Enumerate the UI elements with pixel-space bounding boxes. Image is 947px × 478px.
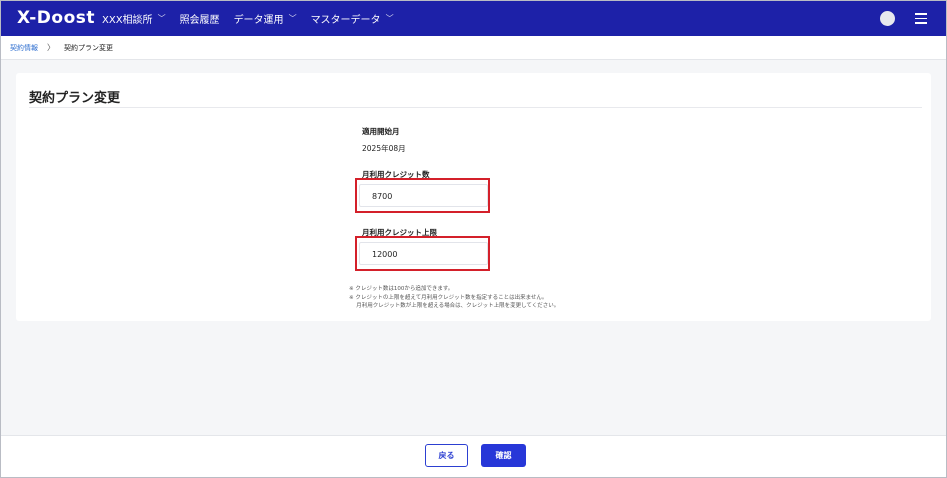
nav-label: 照会履歴	[179, 15, 220, 26]
menu-line	[915, 17, 927, 19]
plan-change-card: 契約プラン変更 適用開始月 2025年08月 月利用クレジット数 8700 月利…	[16, 73, 931, 321]
start-month-label: 適用開始月	[362, 127, 400, 136]
chevron-right-icon: 〉	[47, 43, 55, 52]
menu-line	[915, 22, 927, 24]
nav-item-inquiry-history[interactable]: 照会履歴	[180, 11, 220, 26]
confirm-button[interactable]: 確認	[481, 444, 526, 467]
chevron-down-icon: ﹀	[385, 14, 394, 23]
note-line: ※ クレジットの上限を超えて月利用クレジット数を指定することは出来ません。	[349, 295, 548, 301]
hamburger-menu-icon[interactable]	[915, 13, 927, 24]
back-button[interactable]: 戻る	[425, 444, 468, 467]
top-nav-bar: X-Doost XXX相談所 ﹀ 照会履歴 データ運用 ﹀ マスターデータ ﹀	[1, 1, 946, 36]
menu-line	[915, 13, 927, 15]
app-window: X-Doost XXX相談所 ﹀ 照会履歴 データ運用 ﹀ マスターデータ ﹀	[0, 0, 947, 478]
nav-item-consultation[interactable]: XXX相談所 ﹀	[102, 11, 166, 26]
nav-item-master-data[interactable]: マスターデータ ﹀	[311, 11, 394, 26]
chevron-down-icon: ﹀	[288, 14, 297, 23]
nav-label: データ運用	[233, 15, 284, 26]
start-month-value: 2025年08月	[362, 144, 406, 153]
note-line: 月利用クレジット数が上限を超える場合は、クレジット上限を変更してください。	[349, 303, 560, 309]
nav-item-data-operation[interactable]: データ運用 ﹀	[234, 11, 297, 26]
brand-logo[interactable]: X-Doost	[17, 8, 95, 28]
breadcrumb-link-contract-info[interactable]: 契約情報	[10, 43, 38, 53]
chevron-down-icon: ﹀	[157, 14, 166, 23]
page-title: 契約プラン変更	[29, 91, 121, 106]
highlight-box	[355, 178, 490, 213]
highlight-box	[355, 236, 490, 271]
divider	[29, 107, 922, 108]
breadcrumb-current: 契約プラン変更	[64, 43, 113, 52]
note-line: ※ クレジット数は100から追加できます。	[349, 286, 454, 292]
main-nav: XXX相談所 ﹀ 照会履歴 データ運用 ﹀ マスターデータ ﹀	[102, 1, 408, 36]
breadcrumb: 契約情報 〉 契約プラン変更	[1, 36, 946, 60]
footer-bar: 戻る 確認	[1, 435, 946, 477]
nav-label: マスターデータ	[310, 15, 381, 26]
nav-label: XXX相談所	[102, 15, 153, 26]
avatar[interactable]	[880, 11, 895, 26]
